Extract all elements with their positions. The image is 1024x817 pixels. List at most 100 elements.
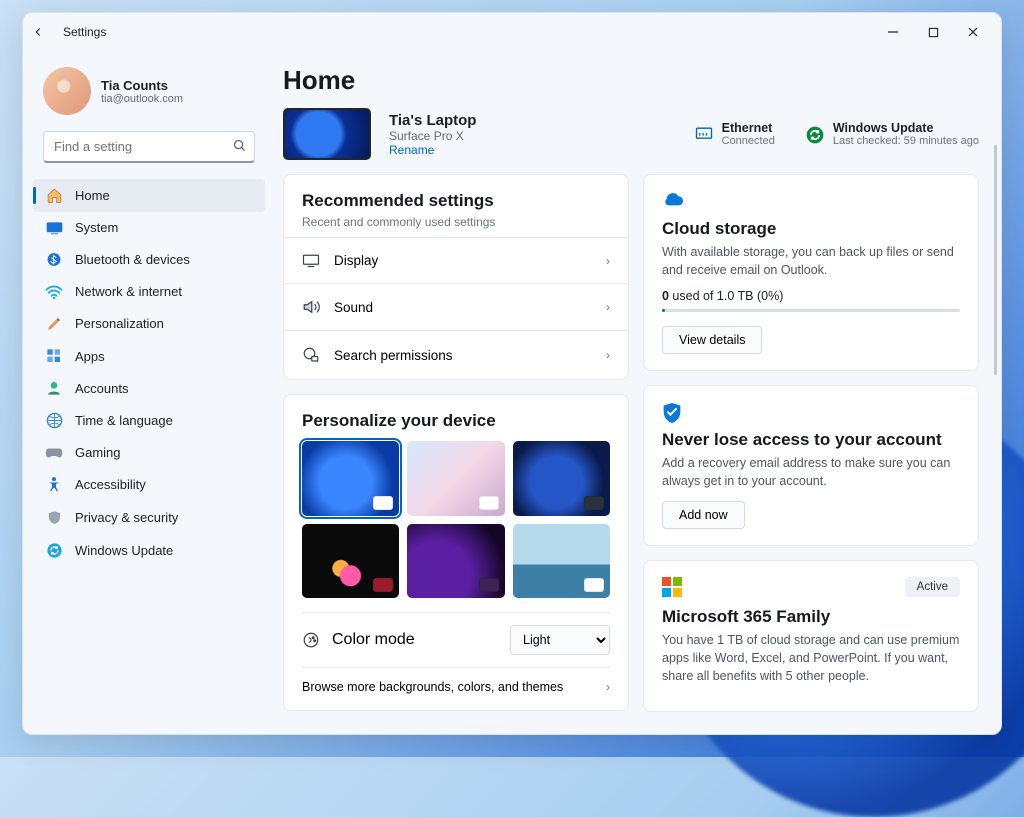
accessibility-icon	[45, 476, 63, 493]
nav-apps[interactable]: Apps	[33, 340, 265, 372]
setting-search-permissions[interactable]: Search permissions ›	[284, 330, 628, 379]
color-mode-icon	[302, 631, 320, 649]
chevron-right-icon: ›	[606, 348, 610, 362]
recovery-desc: Add a recovery email address to make sur…	[662, 454, 960, 490]
nav-label: Home	[75, 188, 110, 203]
nav-label: Network & internet	[75, 284, 182, 299]
recommended-card: Recommended settings Recent and commonly…	[283, 174, 629, 380]
sound-icon	[302, 299, 320, 315]
nav-label: Accounts	[75, 381, 128, 396]
device-thumbnail	[283, 108, 371, 160]
setting-label: Sound	[334, 300, 373, 315]
nav-windows-update[interactable]: Windows Update	[33, 534, 265, 567]
setting-display[interactable]: Display ›	[284, 237, 628, 283]
theme-option-2[interactable]	[407, 441, 504, 516]
theme-option-3[interactable]	[513, 441, 610, 516]
theme-option-4[interactable]	[302, 524, 399, 599]
m365-title: Microsoft 365 Family	[662, 607, 960, 627]
ethernet-icon	[694, 125, 712, 143]
cloud-icon	[662, 191, 682, 211]
theme-option-1[interactable]	[302, 441, 399, 516]
main-panel: Home Tia's Laptop Surface Pro X Rename E…	[273, 51, 1001, 734]
cloud-title: Cloud storage	[662, 219, 960, 239]
color-mode-select[interactable]: Light	[510, 625, 610, 655]
nav-label: Windows Update	[75, 543, 173, 558]
nav-privacy[interactable]: Privacy & security	[33, 501, 265, 534]
chevron-right-icon: ›	[606, 300, 610, 314]
recovery-card: Never lose access to your account Add a …	[643, 385, 979, 545]
search-box	[43, 131, 255, 163]
theme-option-6[interactable]	[513, 524, 610, 599]
theme-option-5[interactable]	[407, 524, 504, 599]
time-language-icon	[45, 412, 63, 429]
settings-window: Settings Tia Counts tia@outlook.com	[22, 12, 1002, 735]
nav-home[interactable]: Home	[33, 179, 265, 212]
nav-personalization[interactable]: Personalization	[33, 307, 265, 340]
nav-label: Apps	[75, 349, 105, 364]
scrollbar[interactable]	[994, 145, 997, 375]
network-label: Ethernet	[722, 121, 775, 135]
maximize-button[interactable]	[913, 13, 953, 51]
device-row: Tia's Laptop Surface Pro X Rename Ethern…	[283, 108, 979, 160]
update-status-icon	[805, 125, 823, 143]
nav-accessibility[interactable]: Accessibility	[33, 468, 265, 501]
minimize-button[interactable]	[873, 13, 913, 51]
microsoft-logo-icon	[662, 577, 682, 597]
nav-network[interactable]: Network & internet	[33, 276, 265, 307]
profile-email: tia@outlook.com	[101, 93, 183, 105]
nav-label: Personalization	[75, 316, 164, 331]
device-name: Tia's Laptop	[389, 112, 476, 129]
nav-label: Accessibility	[75, 477, 146, 492]
setting-sound[interactable]: Sound ›	[284, 283, 628, 330]
update-value: Last checked: 59 minutes ago	[833, 135, 979, 147]
chevron-right-icon: ›	[606, 254, 610, 268]
add-now-button[interactable]: Add now	[662, 501, 745, 529]
nav-system[interactable]: System	[33, 212, 265, 243]
nav-time-language[interactable]: Time & language	[33, 404, 265, 437]
system-icon	[45, 221, 63, 235]
cloud-desc: With available storage, you can back up …	[662, 243, 960, 279]
update-status[interactable]: Windows Update Last checked: 59 minutes …	[805, 121, 979, 147]
nav-label: Bluetooth & devices	[75, 252, 190, 267]
shield-check-icon	[662, 402, 682, 422]
display-icon	[302, 253, 320, 268]
back-button[interactable]	[31, 25, 57, 39]
recommended-subtitle: Recent and commonly used settings	[302, 215, 610, 229]
update-icon	[45, 542, 63, 559]
personalize-card: Personalize your device Color mode	[283, 394, 629, 711]
profile[interactable]: Tia Counts tia@outlook.com	[33, 61, 265, 129]
titlebar: Settings	[23, 13, 1001, 51]
sidebar: Tia Counts tia@outlook.com Home System	[23, 51, 273, 734]
accounts-icon	[45, 380, 63, 396]
close-button[interactable]	[953, 13, 993, 51]
setting-label: Display	[334, 253, 378, 268]
personalization-icon	[45, 315, 63, 332]
browse-label: Browse more backgrounds, colors, and the…	[302, 680, 563, 694]
gaming-icon	[45, 446, 63, 460]
cloud-storage-card: Cloud storage With available storage, yo…	[643, 174, 979, 371]
nav-accounts[interactable]: Accounts	[33, 372, 265, 404]
browse-more-row[interactable]: Browse more backgrounds, colors, and the…	[302, 667, 610, 694]
nav-bluetooth[interactable]: Bluetooth & devices	[33, 243, 265, 276]
m365-desc: You have 1 TB of cloud storage and can u…	[662, 631, 960, 685]
theme-grid	[302, 441, 610, 598]
wifi-icon	[45, 285, 63, 299]
network-value: Connected	[722, 135, 775, 147]
page-title: Home	[283, 65, 979, 96]
network-status[interactable]: Ethernet Connected	[694, 121, 775, 147]
setting-label: Search permissions	[334, 348, 453, 363]
view-details-button[interactable]: View details	[662, 326, 762, 354]
home-icon	[45, 187, 63, 204]
nav-list: Home System Bluetooth & devices Network …	[33, 179, 265, 567]
nav-gaming[interactable]: Gaming	[33, 437, 265, 468]
search-input[interactable]	[43, 131, 255, 163]
rename-link[interactable]: Rename	[389, 143, 476, 157]
avatar	[43, 67, 91, 115]
window-title: Settings	[63, 25, 106, 39]
chevron-right-icon: ›	[606, 680, 610, 694]
cloud-usage: 0 used of 1.0 TB (0%)	[662, 289, 960, 303]
recovery-title: Never lose access to your account	[662, 430, 960, 450]
cloud-progress	[662, 309, 960, 312]
m365-card: Active Microsoft 365 Family You have 1 T…	[643, 560, 979, 712]
color-mode-label: Color mode	[332, 631, 415, 649]
